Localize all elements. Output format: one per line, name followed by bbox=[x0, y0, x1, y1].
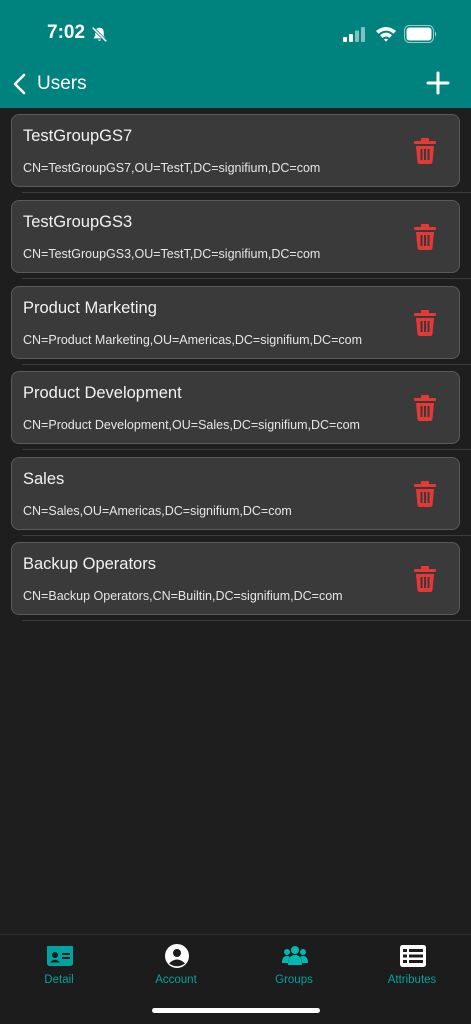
users-icon bbox=[282, 946, 308, 965]
battery-icon bbox=[404, 25, 437, 43]
user-circle-icon bbox=[165, 944, 189, 968]
group-name: Product Development bbox=[23, 384, 182, 402]
row-divider bbox=[22, 449, 471, 450]
trash-icon[interactable] bbox=[413, 566, 437, 592]
group-dn: CN=Backup Operators,CN=Builtin,DC=signif… bbox=[23, 589, 343, 603]
list-icon bbox=[400, 945, 426, 967]
group-dn: CN=Sales,OU=Americas,DC=signifium,DC=com bbox=[23, 504, 292, 518]
group-dn: CN=Product Marketing,OU=Americas,DC=sign… bbox=[23, 333, 362, 347]
tab-detail[interactable]: Detail bbox=[0, 935, 118, 997]
row-divider bbox=[22, 364, 471, 365]
group-name: TestGroupGS7 bbox=[23, 127, 133, 145]
tab-label: Account bbox=[155, 974, 197, 986]
status-time: 7:02 bbox=[47, 22, 86, 43]
group-card[interactable]: TestGroupGS3 CN=TestGroupGS3,OU=TestT,DC… bbox=[11, 200, 460, 273]
group-name: Sales bbox=[23, 470, 65, 488]
group-card[interactable]: Sales CN=Sales,OU=Americas,DC=signifium,… bbox=[11, 457, 460, 530]
cell-signal-icon bbox=[343, 27, 365, 42]
group-card[interactable]: Product Marketing CN=Product Marketing,O… bbox=[11, 286, 460, 359]
group-name: Backup Operators bbox=[23, 555, 156, 573]
trash-icon[interactable] bbox=[413, 224, 437, 250]
trash-icon[interactable] bbox=[413, 310, 437, 336]
group-dn: CN=Product Development,OU=Sales,DC=signi… bbox=[23, 418, 360, 432]
tab-groups[interactable]: Groups bbox=[235, 935, 353, 997]
wifi-icon bbox=[376, 27, 396, 42]
row-divider bbox=[22, 278, 471, 279]
tab-label: Detail bbox=[44, 974, 74, 986]
group-dn: CN=TestGroupGS7,OU=TestT,DC=signifium,DC… bbox=[23, 161, 321, 175]
trash-icon[interactable] bbox=[413, 395, 437, 421]
back-button[interactable]: Users bbox=[10, 68, 87, 100]
group-card[interactable]: TestGroupGS7 CN=TestGroupGS7,OU=TestT,DC… bbox=[11, 114, 460, 187]
group-name: Product Marketing bbox=[23, 299, 157, 317]
tab-label: Groups bbox=[275, 974, 313, 986]
tab-label: Attributes bbox=[387, 974, 437, 986]
tab-account[interactable]: Account bbox=[117, 935, 235, 997]
row-divider bbox=[22, 620, 471, 621]
bell-muted-icon bbox=[91, 26, 108, 43]
trash-icon[interactable] bbox=[413, 481, 437, 507]
tab-attributes[interactable]: Attributes bbox=[353, 935, 471, 997]
home-indicator bbox=[152, 1008, 320, 1013]
back-label: Users bbox=[37, 73, 87, 94]
add-icon[interactable] bbox=[426, 70, 450, 96]
group-card[interactable]: Backup Operators CN=Backup Operators,CN=… bbox=[11, 542, 460, 615]
group-name: TestGroupGS3 bbox=[23, 213, 133, 231]
trash-icon[interactable] bbox=[413, 138, 437, 164]
row-divider bbox=[22, 192, 471, 193]
chevron-left-icon bbox=[13, 73, 26, 95]
app-header: 7:02 Users bbox=[0, 0, 471, 108]
group-card[interactable]: Product Development CN=Product Developme… bbox=[11, 371, 460, 444]
id-card-icon bbox=[47, 946, 73, 966]
row-divider bbox=[22, 535, 471, 536]
group-dn: CN=TestGroupGS3,OU=TestT,DC=signifium,DC… bbox=[23, 247, 321, 261]
